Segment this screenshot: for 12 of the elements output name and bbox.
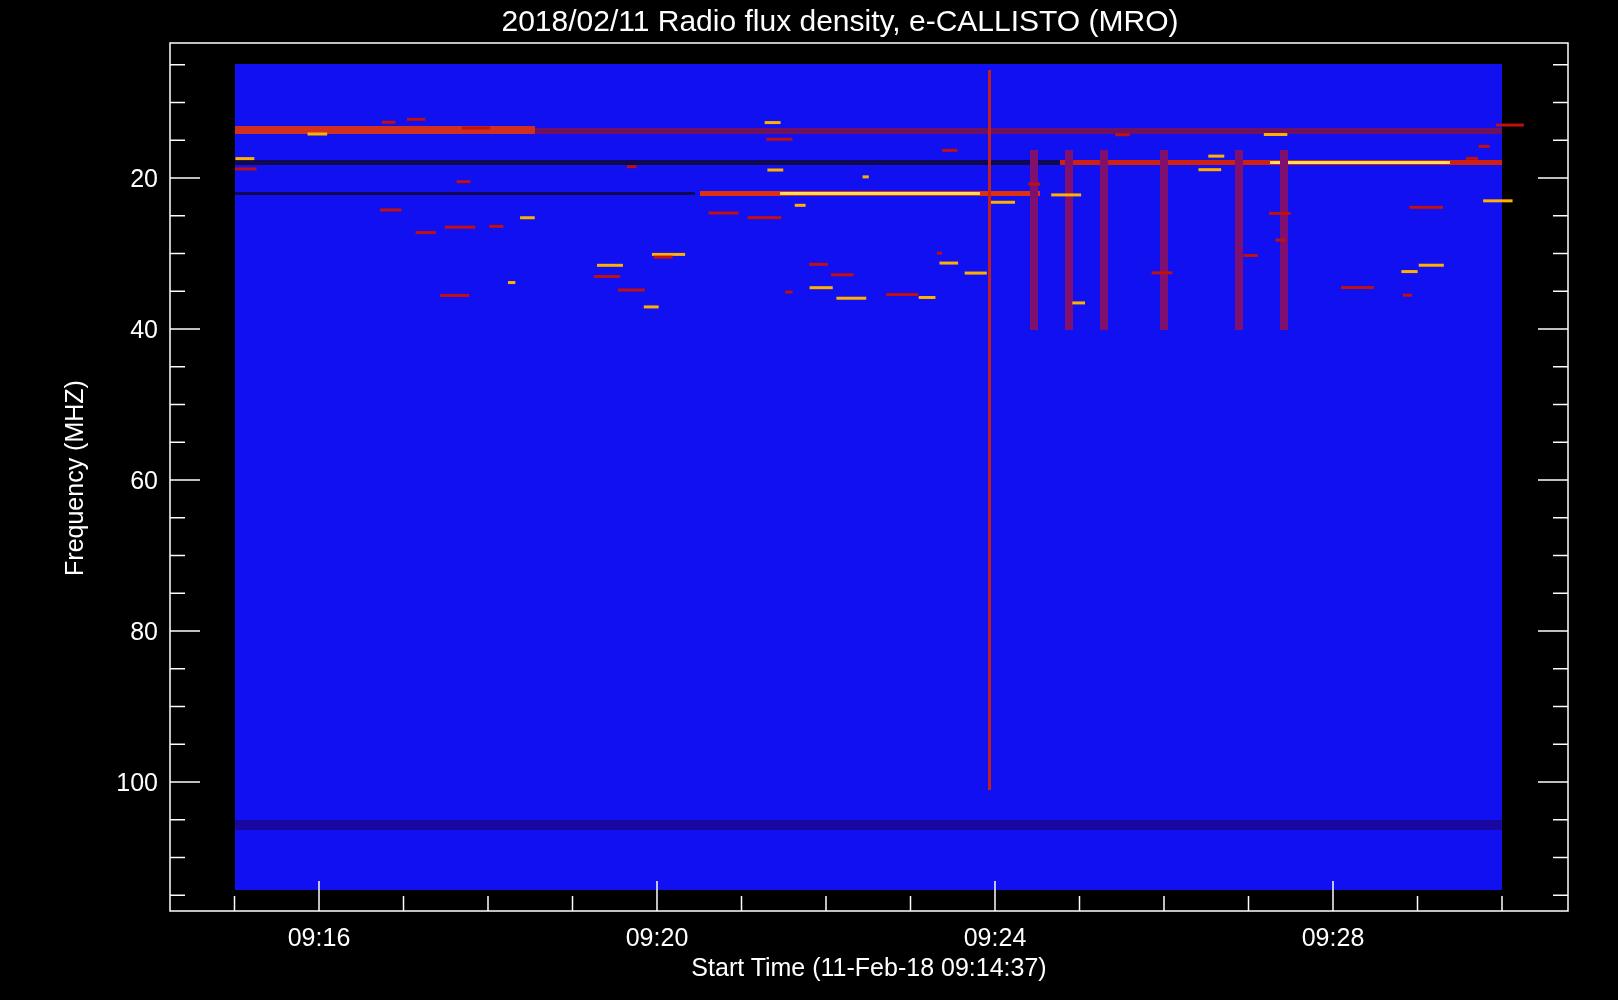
x-axis-label: Start Time (11-Feb-18 09:14:37)	[691, 953, 1047, 981]
x-tick-label: 09:16	[287, 923, 351, 951]
y-tick-label: 40	[130, 315, 158, 343]
y-tick-label: 20	[130, 164, 158, 192]
y-axis-label: Frequency (MHZ)	[60, 380, 88, 576]
x-tick-label: 09:28	[1301, 923, 1365, 951]
x-tick-label: 09:20	[625, 923, 689, 951]
y-tick-label: 80	[130, 617, 158, 645]
x-tick-label: 09:24	[963, 923, 1027, 951]
y-tick-label: 60	[130, 466, 158, 494]
y-tick-label: 100	[116, 768, 158, 796]
chart-title: 2018/02/11 Radio flux density, e-CALLISTO (MRO)	[501, 4, 1179, 37]
